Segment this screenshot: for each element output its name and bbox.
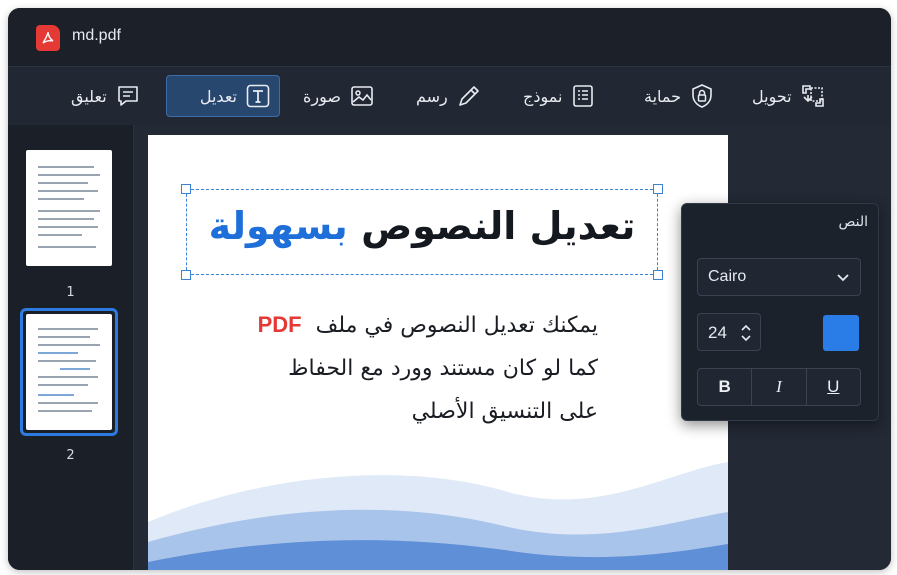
headline-dark: تعديل النصوص <box>361 204 636 248</box>
tool-form-button[interactable]: نموذج <box>515 75 604 117</box>
tool-draw-label: رسم <box>416 86 448 106</box>
acrobat-icon <box>42 31 54 44</box>
headline-text[interactable]: تعديل النصوص بسهولة <box>187 204 657 248</box>
pen-icon <box>458 86 479 106</box>
app-window: md.pdf تحويل حماية نموذج رسم صورة تعديل … <box>8 8 891 570</box>
text-properties-panel: النص Cairo 24 B I U <box>681 203 879 421</box>
main-toolbar: تحويل حماية نموذج رسم صورة تعديل تعليق <box>8 66 891 126</box>
tool-image-label: صورة <box>303 86 341 106</box>
tool-edit-label: تعديل <box>199 86 237 106</box>
tool-convert-label: تحويل <box>752 86 792 106</box>
font-size-value: 24 <box>708 323 727 342</box>
text-format-group: B I U <box>697 368 861 406</box>
font-size-stepper[interactable]: 24 <box>697 313 761 351</box>
tool-edit-button[interactable]: تعديل <box>166 75 280 117</box>
pdf-highlight: PDF <box>257 312 302 337</box>
lock-icon <box>692 84 712 108</box>
panel-title: النص <box>838 214 868 230</box>
tool-protect-label: حماية <box>644 86 682 106</box>
tool-protect-button[interactable]: حماية <box>636 75 723 117</box>
resize-handle-top-left[interactable] <box>181 184 191 194</box>
wave-decoration <box>148 462 728 570</box>
resize-handle-bottom-right[interactable] <box>653 270 663 280</box>
font-family-value: Cairo <box>708 268 747 285</box>
tool-comment-label: تعليق <box>71 86 107 106</box>
selected-text-box[interactable]: تعديل النصوص بسهولة <box>181 184 663 280</box>
headline-highlight: بسهولة <box>208 204 348 248</box>
body-line-3: على التنسيق الأصلي <box>411 399 598 424</box>
text-icon <box>246 84 270 108</box>
image-icon <box>351 86 373 106</box>
font-family-select[interactable]: Cairo <box>697 258 861 296</box>
page-number-1: 1 <box>66 285 75 300</box>
resize-handle-bottom-left[interactable] <box>181 270 191 280</box>
page-number-2: 2 <box>66 448 75 463</box>
chevron-down-icon <box>837 274 849 282</box>
title-bar: md.pdf <box>8 8 891 66</box>
tool-convert-button[interactable]: تحويل <box>744 75 834 117</box>
convert-icon <box>801 85 824 107</box>
tool-image-button[interactable]: صورة <box>295 75 383 117</box>
tool-comment-button[interactable]: تعليق <box>63 75 149 117</box>
comment-icon <box>117 86 138 106</box>
italic-button[interactable]: I <box>751 369 805 405</box>
thumbnail-sidebar: 1 2 <box>8 125 134 570</box>
body-line-2: كما لو كان مستند وورد مع الحفاظ <box>288 356 598 381</box>
pdf-logo-icon <box>36 25 60 51</box>
page-thumbnail-1[interactable] <box>26 150 112 266</box>
document-page[interactable]: تعديل النصوص بسهولة يمكنك تعديل النصوص ف… <box>148 135 728 570</box>
bold-button[interactable]: B <box>698 369 751 405</box>
page-thumbnail-2[interactable] <box>26 314 112 430</box>
body-paragraph[interactable]: يمكنك تعديل النصوص في ملف PDF كما لو كان… <box>178 303 598 433</box>
stepper-arrows-icon[interactable] <box>740 322 752 344</box>
tool-form-label: نموذج <box>523 86 563 106</box>
body-line-1: يمكنك تعديل النصوص في ملف PDF <box>257 312 598 338</box>
tool-draw-button[interactable]: رسم <box>408 75 490 117</box>
text-color-swatch[interactable] <box>823 315 859 351</box>
resize-handle-top-right[interactable] <box>653 184 663 194</box>
file-name: md.pdf <box>72 27 121 44</box>
underline-button[interactable]: U <box>805 369 860 405</box>
form-icon <box>573 85 594 107</box>
